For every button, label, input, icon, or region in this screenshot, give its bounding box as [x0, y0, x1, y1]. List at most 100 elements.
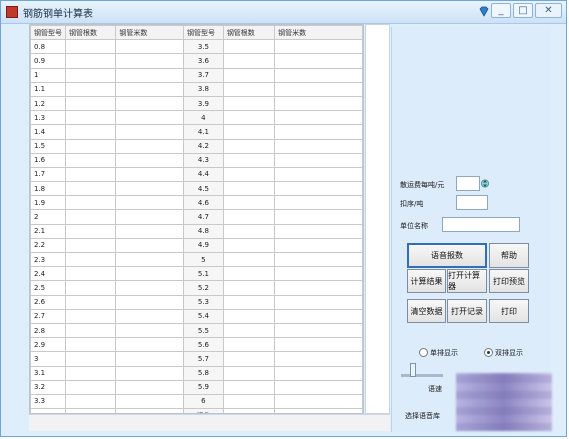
- model-cell-left[interactable]: 1.1: [30, 81, 66, 97]
- voice-input-button[interactable]: 语音报数: [407, 243, 487, 268]
- model-cell-left[interactable]: 2.3: [30, 251, 66, 268]
- count-cell-left[interactable]: [64, 393, 117, 410]
- table-row[interactable]: 0.9 3.6: [30, 53, 363, 69]
- count-cell-right[interactable]: [222, 53, 276, 69]
- data-grid[interactable]: 钢管型号 钢管根数 钢管米数 钢管型号 钢管根数 钢管米数 0.8 3.5 0.9 3…: [30, 25, 363, 413]
- model-cell-left[interactable]: 1.8: [30, 181, 66, 197]
- count-cell-right[interactable]: [222, 166, 276, 183]
- count-cell-right[interactable]: [222, 365, 276, 381]
- count-cell-left[interactable]: [64, 195, 117, 211]
- close-icon[interactable]: ✕: [535, 3, 562, 18]
- count-cell-left[interactable]: [64, 53, 117, 69]
- model-cell-right[interactable]: 4: [183, 110, 224, 126]
- count-cell-left[interactable]: [64, 308, 117, 324]
- model-cell-left[interactable]: 1.9: [30, 195, 66, 211]
- model-cell-left[interactable]: 3: [30, 351, 66, 367]
- meters-cell-right[interactable]: [274, 152, 363, 168]
- model-cell-left[interactable]: 1.3: [30, 110, 66, 126]
- meters-cell-left[interactable]: [115, 280, 185, 296]
- count-cell-left[interactable]: [64, 124, 117, 140]
- model-cell-left[interactable]: 1.4: [30, 124, 66, 140]
- steel-table[interactable]: 钢管型号 钢管根数 钢管米数 钢管型号 钢管根数 钢管米数 0.8 3.5 0.9 3…: [29, 24, 364, 414]
- count-cell-right[interactable]: [222, 67, 276, 83]
- table-row[interactable]: 1.6 4.3: [30, 152, 363, 168]
- unit-name-input[interactable]: [442, 217, 520, 232]
- table-row[interactable]: 1.1 3.8: [30, 81, 363, 97]
- model-cell-right[interactable]: 6: [183, 393, 224, 410]
- model-cell-right[interactable]: 3.6: [183, 53, 224, 69]
- count-cell-right[interactable]: [222, 124, 276, 140]
- count-cell-right[interactable]: [222, 393, 276, 410]
- table-row[interactable]: 3 5.7: [30, 351, 363, 367]
- count-cell-left[interactable]: [64, 337, 117, 353]
- count-cell-left[interactable]: [64, 39, 117, 55]
- count-cell-right[interactable]: [222, 138, 276, 154]
- minimize-icon[interactable]: _: [491, 3, 511, 18]
- table-row[interactable]: 1.4 4.1: [30, 124, 363, 140]
- table-row[interactable]: 2.4 5.1: [30, 266, 363, 282]
- clear-data-button[interactable]: 清空数据: [407, 299, 446, 323]
- model-cell-left[interactable]: 2: [30, 209, 66, 225]
- model-cell-left[interactable]: 2.9: [30, 337, 66, 353]
- model-cell-right[interactable]: 4.4: [183, 166, 224, 183]
- count-cell-left[interactable]: [64, 81, 117, 97]
- meters-cell-right[interactable]: [274, 351, 363, 367]
- count-cell-left[interactable]: [64, 237, 117, 254]
- gem-icon[interactable]: [478, 5, 490, 17]
- model-cell-right[interactable]: 4.2: [183, 138, 224, 154]
- meters-cell-right[interactable]: [274, 181, 363, 197]
- count-cell-left[interactable]: [64, 110, 117, 126]
- meters-cell-right[interactable]: [274, 379, 363, 395]
- table-row[interactable]: 2.8 5.5: [30, 322, 363, 339]
- meters-cell-right[interactable]: [274, 237, 363, 254]
- count-cell-left[interactable]: [64, 166, 117, 183]
- table-row[interactable]: 1.5 4.2: [30, 138, 363, 154]
- meters-cell-left[interactable]: [115, 365, 185, 381]
- meters-cell-left[interactable]: [115, 138, 185, 154]
- meters-cell-left[interactable]: [115, 351, 185, 367]
- meters-cell-left[interactable]: [115, 81, 185, 97]
- count-cell-left[interactable]: [64, 181, 117, 197]
- vertical-scrollbar[interactable]: [365, 24, 390, 414]
- count-cell-right[interactable]: [222, 81, 276, 97]
- print-preview-button[interactable]: 打印预览: [489, 269, 529, 293]
- meters-cell-right[interactable]: [274, 322, 363, 339]
- model-cell-right[interactable]: 5.6: [183, 337, 224, 353]
- meters-cell-right[interactable]: [274, 195, 363, 211]
- table-row[interactable]: 1.2 3.9: [30, 95, 363, 112]
- model-cell-right[interactable]: 3.5: [183, 39, 224, 55]
- meters-cell-left[interactable]: [115, 110, 185, 126]
- table-row[interactable]: 2.2 4.9: [30, 237, 363, 254]
- model-cell-left[interactable]: 2.1: [30, 223, 66, 239]
- table-row[interactable]: 3.1 5.8: [30, 365, 363, 381]
- meters-cell-left[interactable]: [115, 209, 185, 225]
- meters-cell-right[interactable]: [274, 138, 363, 154]
- model-cell-left[interactable]: 3.2: [30, 379, 66, 395]
- model-cell-right[interactable]: 4.6: [183, 195, 224, 211]
- table-row[interactable]: 1.7 4.4: [30, 166, 363, 183]
- count-cell-left[interactable]: [64, 266, 117, 282]
- table-row[interactable]: 2.9 5.6: [30, 337, 363, 353]
- count-cell-right[interactable]: [222, 209, 276, 225]
- open-record-button[interactable]: 打开记录: [447, 299, 487, 323]
- model-cell-left[interactable]: 0.8: [30, 39, 66, 55]
- model-cell-right[interactable]: 4.7: [183, 209, 224, 225]
- meters-cell-left[interactable]: [115, 294, 185, 310]
- model-cell-right[interactable]: 4.5: [183, 181, 224, 197]
- meters-cell-right[interactable]: [274, 393, 363, 410]
- double-display-radio[interactable]: [484, 348, 493, 357]
- model-cell-left[interactable]: 3.1: [30, 365, 66, 381]
- table-row[interactable]: 2.1 4.8: [30, 223, 363, 239]
- meters-cell-right[interactable]: [274, 251, 363, 268]
- meters-cell-right[interactable]: [274, 67, 363, 83]
- count-cell-left[interactable]: [64, 95, 117, 112]
- meters-cell-right[interactable]: [274, 110, 363, 126]
- model-cell-left[interactable]: 3.3: [30, 393, 66, 410]
- count-cell-right[interactable]: [222, 39, 276, 55]
- meters-cell-right[interactable]: [274, 95, 363, 112]
- spinner-icon[interactable]: [481, 176, 489, 191]
- model-cell-right[interactable]: 5.9: [183, 379, 224, 395]
- maximize-icon[interactable]: □: [513, 3, 533, 18]
- count-cell-left[interactable]: [64, 152, 117, 168]
- model-cell-left[interactable]: 2.7: [30, 308, 66, 324]
